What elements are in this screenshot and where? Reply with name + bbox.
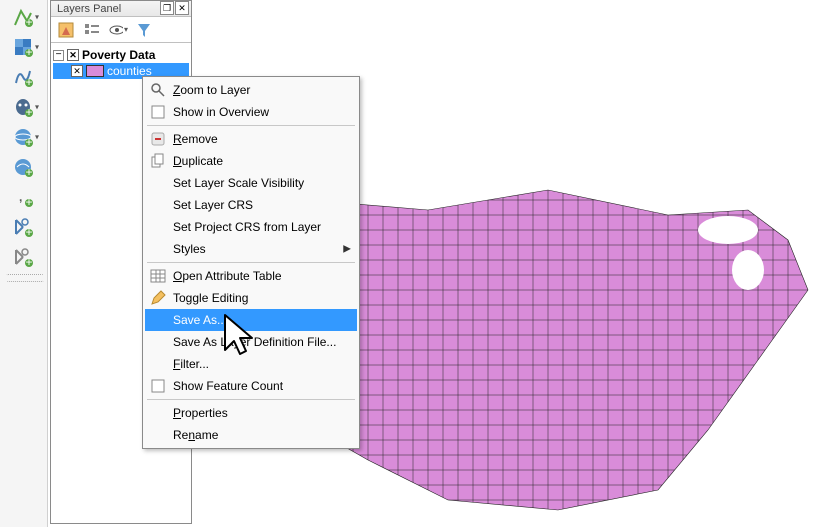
layers-panel-toolbar: ▾ [51, 17, 191, 43]
visibility-preset-button[interactable]: ▾ [107, 19, 129, 41]
layer-group[interactable]: − ✕ Poverty Data [53, 47, 189, 63]
menu-item-label: Remove [173, 132, 218, 146]
menu-item-label: Show in Overview [173, 105, 269, 119]
add-delimited-text-button[interactable]: ,+ [4, 184, 42, 210]
menu-item-label: Save As Layer Definition File... [173, 335, 336, 349]
menu-item-label: Open Attribute Table [173, 269, 282, 283]
menu-item-remove[interactable]: Remove [145, 128, 357, 150]
checkbox-empty-icon [149, 377, 167, 395]
menu-item-duplicate[interactable]: Duplicate [145, 150, 357, 172]
svg-text:,: , [19, 190, 22, 204]
add-raster-layer-button[interactable]: + ▾ [4, 34, 42, 60]
menu-separator [147, 399, 355, 400]
new-shapefile-button[interactable]: + [4, 214, 42, 240]
menu-item-label: Rename [173, 428, 218, 442]
menu-item-properties[interactable]: Properties [145, 402, 357, 424]
duplicate-icon [149, 152, 167, 170]
svg-text:+: + [25, 165, 32, 177]
layers-panel-titlebar[interactable]: Layers Panel ❐ ✕ [51, 1, 191, 17]
svg-text:+: + [25, 255, 32, 267]
menu-item-label: Styles [173, 242, 206, 256]
menu-item-label: Zoom to Layer [173, 83, 250, 97]
group-visibility-checkbox[interactable]: ✕ [67, 49, 79, 61]
menu-item-toggle-editing[interactable]: Toggle Editing [145, 287, 357, 309]
menu-item-set-layer-scale-visibility[interactable]: Set Layer Scale Visibility [145, 172, 357, 194]
menu-item-show-in-overview[interactable]: Show in Overview [145, 101, 357, 123]
menu-item-set-layer-crs[interactable]: Set Layer CRS [145, 194, 357, 216]
menu-item-label: Set Layer CRS [173, 198, 253, 212]
menu-item-label: Properties [173, 406, 228, 420]
collapse-icon[interactable]: − [53, 50, 64, 61]
restore-button[interactable]: ❐ [160, 1, 174, 15]
menu-item-label: Set Project CRS from Layer [173, 220, 321, 234]
checkbox-empty-icon [149, 103, 167, 121]
svg-text:+: + [25, 225, 32, 237]
menu-item-label: Set Layer Scale Visibility [173, 176, 304, 190]
add-wcs-layer-button[interactable]: + [4, 154, 42, 180]
svg-text:+: + [25, 195, 32, 207]
svg-text:+: + [25, 45, 32, 57]
menu-item-set-project-crs-from-layer[interactable]: Set Project CRS from Layer [145, 216, 357, 238]
menu-item-label: Duplicate [173, 154, 223, 168]
menu-separator [147, 262, 355, 263]
svg-text:+: + [25, 105, 32, 117]
layers-panel-title: Layers Panel [57, 3, 121, 15]
layer-context-menu: Zoom to Layer Show in Overview Remove Dupli… [142, 76, 360, 449]
manage-layers-toolbar: + ▾ + ▾ + + ▾ + ▾ + ,+ + + [0, 0, 48, 527]
layer-swatch-icon [86, 65, 104, 77]
menu-item-filter[interactable]: Filter... [145, 353, 357, 375]
remove-icon [149, 130, 167, 148]
menu-item-label: Save As... [173, 313, 227, 327]
menu-item-label: Filter... [173, 357, 209, 371]
add-vector-layer-button[interactable]: + ▾ [4, 4, 42, 30]
menu-separator [147, 125, 355, 126]
filter-button[interactable] [133, 19, 155, 41]
menu-item-label: Toggle Editing [173, 291, 248, 305]
style-preset-button[interactable] [55, 19, 77, 41]
svg-text:+: + [25, 135, 32, 147]
menu-item-save-as[interactable]: Save As... [145, 309, 357, 331]
svg-text:+: + [25, 75, 32, 87]
add-wms-layer-button[interactable]: + ▾ [4, 124, 42, 150]
menu-item-save-as-layer-definition-file[interactable]: Save As Layer Definition File... [145, 331, 357, 353]
menu-item-open-attribute-table[interactable]: Open Attribute Table [145, 265, 357, 287]
menu-item-show-feature-count[interactable]: Show Feature Count [145, 375, 357, 397]
layer-visibility-checkbox[interactable]: ✕ [71, 65, 83, 77]
pencil-icon [149, 289, 167, 307]
svg-text:+: + [25, 15, 32, 27]
menu-item-rename[interactable]: Rename [145, 424, 357, 446]
zoom-layer-icon [149, 81, 167, 99]
filter-legend-button[interactable] [81, 19, 103, 41]
table-icon [149, 267, 167, 285]
submenu-arrow-icon: ▶ [343, 244, 351, 255]
add-spatialite-layer-button[interactable]: + [4, 64, 42, 90]
toolbar-handle [6, 274, 44, 282]
close-button[interactable]: ✕ [175, 1, 189, 15]
new-memory-layer-button[interactable]: + [4, 244, 42, 270]
menu-item-styles[interactable]: Styles ▶ [145, 238, 357, 260]
menu-item-label: Show Feature Count [173, 379, 283, 393]
menu-item-zoom-to-layer[interactable]: Zoom to Layer [145, 79, 357, 101]
group-label: Poverty Data [82, 48, 155, 62]
add-postgis-layer-button[interactable]: + ▾ [4, 94, 42, 120]
